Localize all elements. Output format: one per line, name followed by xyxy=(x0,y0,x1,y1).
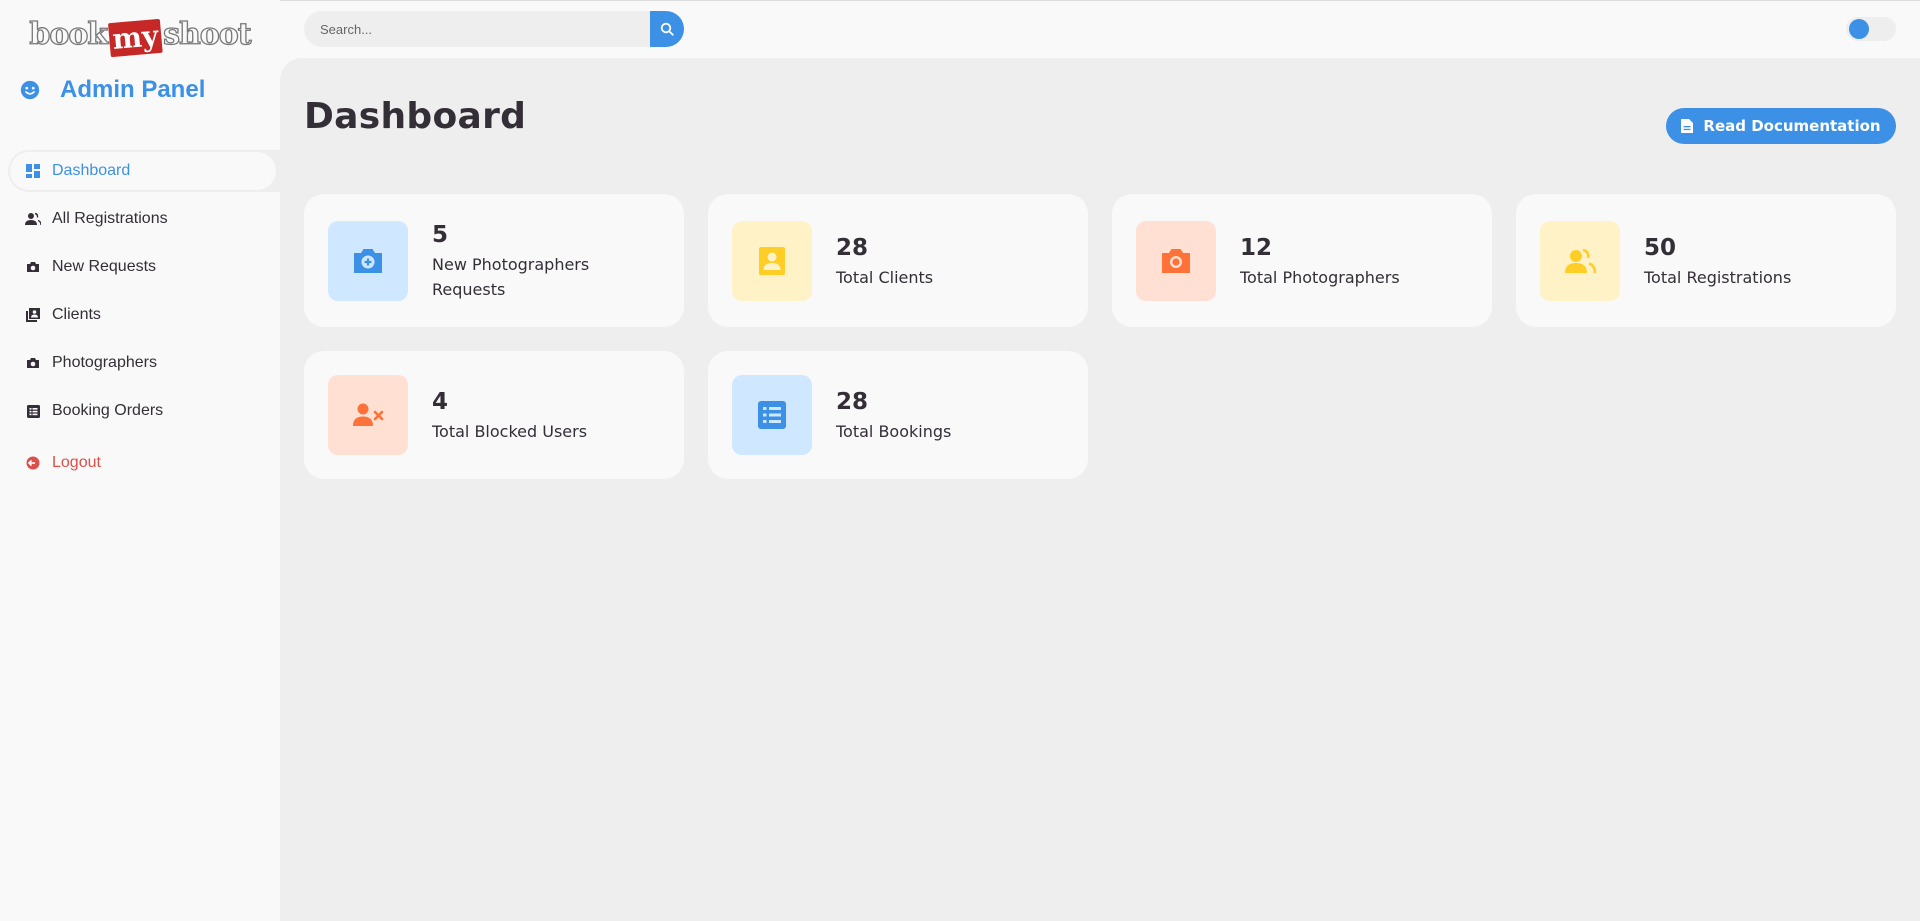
stat-card-total-registrations[interactable]: 50 Total Registrations xyxy=(1516,194,1896,327)
list-icon xyxy=(24,402,42,420)
stat-label: Total Registrations xyxy=(1644,268,1792,287)
theme-toggle[interactable] xyxy=(1846,17,1896,41)
stat-value: 28 xyxy=(836,389,869,415)
user-block-icon xyxy=(328,375,408,455)
sidebar-item-dashboard[interactable]: Dashboard xyxy=(8,150,280,192)
stat-value: 28 xyxy=(836,235,869,261)
stat-value: 12 xyxy=(1240,235,1273,261)
dashboard-icon xyxy=(24,162,42,180)
stat-value: 5 xyxy=(432,222,449,248)
search-form xyxy=(304,11,684,47)
sidebar-item-all-registrations[interactable]: All Registrations xyxy=(8,198,280,240)
camera-icon xyxy=(24,258,42,276)
admin-panel-brand[interactable]: Admin Panel xyxy=(18,76,205,104)
stat-label: New Photographers Requests xyxy=(432,255,590,299)
search-icon xyxy=(660,22,674,36)
smile-icon xyxy=(18,78,42,102)
stat-label: Total Photographers xyxy=(1240,268,1400,287)
sidebar-item-photographers[interactable]: Photographers xyxy=(8,342,280,384)
sidebar: book my shoot Admin Panel Dashboard All Re… xyxy=(0,0,280,921)
users-icon xyxy=(1540,221,1620,301)
sidebar-item-booking-orders[interactable]: Booking Orders xyxy=(8,390,280,432)
main-content xyxy=(280,58,1920,921)
stat-card-blocked-users[interactable]: 4 Total Blocked Users xyxy=(304,351,684,479)
sidebar-item-label: Clients xyxy=(52,306,101,323)
camera-icon xyxy=(24,354,42,372)
page-title: Dashboard xyxy=(304,96,527,137)
contact-card-icon xyxy=(732,221,812,301)
read-documentation-button[interactable]: Read Documentation xyxy=(1666,108,1896,144)
document-icon xyxy=(1681,119,1694,133)
sidebar-item-logout[interactable]: Logout xyxy=(8,442,280,484)
brand-logo[interactable]: book my shoot xyxy=(29,12,252,58)
sidebar-menu: Dashboard All Registrations New Requests… xyxy=(0,150,280,490)
sidebar-item-clients[interactable]: Clients xyxy=(8,294,280,336)
contacts-icon xyxy=(24,306,42,324)
sidebar-item-label: New Requests xyxy=(52,258,157,275)
sidebar-item-label: Booking Orders xyxy=(52,402,164,419)
stat-card-total-clients[interactable]: 28 Total Clients xyxy=(708,194,1088,327)
stat-value: 4 xyxy=(432,389,449,415)
active-indicator xyxy=(10,152,276,190)
stat-card-total-photographers[interactable]: 12 Total Photographers xyxy=(1112,194,1492,327)
camera-icon xyxy=(1136,221,1216,301)
stat-label: Total Bookings xyxy=(836,422,952,441)
sidebar-item-label: All Registrations xyxy=(52,210,168,227)
toggle-knob xyxy=(1849,19,1869,39)
stat-value: 50 xyxy=(1644,235,1677,261)
sidebar-item-new-requests[interactable]: New Requests xyxy=(8,246,280,288)
admin-panel-title: Admin Panel xyxy=(60,76,206,103)
sidebar-item-label: Photographers xyxy=(52,354,157,371)
sidebar-item-label: Dashboard xyxy=(52,162,131,179)
stat-label: Total Clients xyxy=(836,268,934,287)
camera-plus-icon xyxy=(328,221,408,301)
top-navbar xyxy=(280,0,1920,58)
logo-text-my: my xyxy=(108,18,163,58)
logo-text-shoot: shoot xyxy=(162,16,252,52)
search-button[interactable] xyxy=(650,11,684,47)
stat-label: Total Blocked Users xyxy=(432,422,588,441)
read-documentation-label: Read Documentation xyxy=(1703,117,1881,135)
search-input[interactable] xyxy=(304,11,650,47)
logout-icon xyxy=(24,454,42,472)
sidebar-item-label: Logout xyxy=(52,454,101,471)
list-icon xyxy=(732,375,812,455)
logo-text-book: book xyxy=(29,16,109,52)
users-icon xyxy=(24,210,42,228)
stat-card-new-requests[interactable]: 5 New Photographers Requests xyxy=(304,194,684,327)
stat-card-total-bookings[interactable]: 28 Total Bookings xyxy=(708,351,1088,479)
